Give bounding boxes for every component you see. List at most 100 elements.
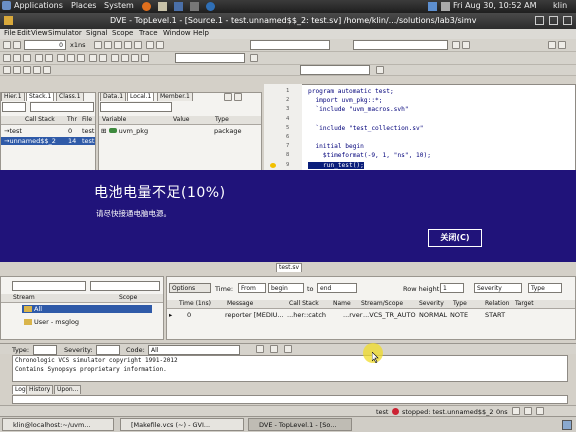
trace-icon[interactable] (156, 41, 164, 49)
help-icon[interactable] (206, 2, 215, 11)
tab-upon[interactable]: Upon... (54, 385, 82, 394)
source-line[interactable]: run_test(); (308, 161, 364, 169)
source-line[interactable]: initial begin (308, 143, 363, 150)
from-value-combo[interactable]: begin (268, 283, 304, 293)
places-menu[interactable]: Places (71, 1, 96, 10)
copy-icon[interactable] (13, 54, 21, 62)
col-type[interactable]: Type (453, 300, 467, 307)
stream-filter-input[interactable] (90, 281, 160, 291)
mail-icon[interactable] (158, 2, 167, 11)
prev-icon[interactable] (256, 345, 264, 353)
col-call-stack[interactable]: Call Stack (25, 116, 55, 123)
col-call-stack[interactable]: Call Stack (289, 300, 319, 307)
marker-icon[interactable] (3, 66, 11, 74)
command-input[interactable] (12, 395, 568, 404)
col-thr[interactable]: Thr (67, 116, 77, 123)
col-variable[interactable]: Variable (102, 116, 126, 123)
find-prev-icon[interactable] (462, 41, 470, 49)
step-icon[interactable] (104, 41, 112, 49)
col-stream[interactable]: Stream (13, 294, 35, 301)
source-line[interactable]: `include "test_collection.sv" (308, 125, 423, 132)
expand-icon[interactable] (43, 66, 51, 74)
task-terminal[interactable]: klin@localhost:~/uvm... (2, 418, 114, 431)
scope-combo[interactable] (175, 53, 245, 63)
workspace-switcher-icon[interactable] (562, 420, 572, 430)
find-next-icon[interactable] (452, 41, 460, 49)
stream-combo[interactable] (12, 281, 86, 291)
undock-icon[interactable] (224, 93, 232, 101)
save-icon[interactable] (13, 41, 21, 49)
stack-search-input[interactable] (30, 102, 94, 112)
zoom-out-icon[interactable] (67, 54, 75, 62)
close-window-icon[interactable] (563, 16, 572, 25)
status-icon-3[interactable] (536, 407, 544, 415)
task-gvim[interactable]: [Makefile.vcs (~) - GVI... (120, 418, 244, 431)
to-value-combo[interactable]: end (317, 283, 357, 293)
schematic-icon[interactable] (111, 54, 119, 62)
severity-combo[interactable] (96, 345, 120, 355)
volume-icon[interactable] (441, 2, 450, 11)
menu-file[interactable]: File (4, 29, 16, 37)
col-severity[interactable]: Severity (419, 300, 444, 307)
user-name[interactable]: klin (553, 1, 567, 10)
redo-icon[interactable] (45, 54, 53, 62)
next-icon[interactable] (270, 345, 278, 353)
load-icon[interactable] (99, 54, 107, 62)
search-combo[interactable] (250, 40, 330, 50)
driver-icon[interactable] (89, 54, 97, 62)
source-line[interactable]: `include "uvm_macros.svh" (308, 106, 408, 113)
table-row[interactable]: ▸ 0 reporter [MEDIU... ...her::catch ...… (167, 311, 575, 320)
gnome-foot-icon[interactable] (2, 1, 11, 10)
zoom-in-icon[interactable] (57, 54, 65, 62)
menu-trace[interactable]: Trace (139, 29, 158, 37)
tab-source-file[interactable]: test.sv (276, 263, 303, 272)
maximize-icon[interactable] (549, 16, 558, 25)
col-value[interactable]: Value (173, 116, 189, 123)
row-height-field[interactable]: 1 (440, 283, 464, 293)
tab-history[interactable]: History (26, 385, 54, 394)
signal-combo[interactable] (300, 65, 370, 75)
source-line[interactable]: program automatic test; (308, 88, 394, 95)
list-icon[interactable] (131, 54, 139, 62)
task-dve[interactable]: DVE - TopLevel.1 - [So... (248, 418, 352, 431)
network-icon[interactable] (428, 2, 437, 11)
run-icon[interactable] (94, 41, 102, 49)
col-target[interactable]: Target (515, 300, 534, 307)
pin-icon[interactable] (234, 93, 242, 101)
tab-class[interactable]: Class.1 (56, 92, 84, 101)
col-type[interactable]: Type (215, 116, 229, 123)
tab-member[interactable]: Member.1 (157, 92, 193, 101)
close-pane-icon[interactable] (558, 41, 566, 49)
menu-help[interactable]: Help (193, 29, 209, 37)
table-row[interactable]: →unnamed$$_2 14 test (1, 137, 95, 145)
col-stream-scope[interactable]: Stream/Scope (361, 300, 403, 307)
table-row[interactable]: ⊞ uvm_pkg package (101, 127, 259, 135)
tab-stack[interactable]: Stack.1 (26, 92, 55, 101)
time-from-combo[interactable]: From (238, 283, 266, 293)
type-combo[interactable] (33, 345, 57, 355)
stop-icon[interactable] (114, 41, 122, 49)
table-row[interactable]: →test 0 test (4, 127, 94, 135)
stack-filter-combo[interactable] (2, 102, 26, 112)
edge-prev-icon[interactable] (23, 66, 31, 74)
menu-edit[interactable]: Edit (17, 29, 31, 37)
menu-view[interactable]: View (31, 29, 48, 37)
menu-simulator[interactable]: Simulator (48, 29, 82, 37)
apply-icon[interactable] (376, 66, 384, 74)
col-scope[interactable]: Scope (119, 294, 137, 301)
expand-icon[interactable]: ▸ (169, 311, 172, 319)
notification-close-button[interactable]: 关闭(C) (428, 229, 482, 247)
clock[interactable]: Fri Aug 30, 10:52 AM (453, 1, 536, 10)
terminal-icon[interactable] (190, 2, 199, 11)
col-message[interactable]: Message (227, 300, 253, 307)
wave-icon[interactable] (121, 54, 129, 62)
restart-icon[interactable] (134, 41, 142, 49)
launcher-icon[interactable] (174, 2, 183, 11)
menu-signal[interactable]: Signal (86, 29, 108, 37)
source-line[interactable]: import uvm_pkg::*; (308, 97, 382, 104)
undo-icon[interactable] (35, 54, 43, 62)
breakpoint-icon[interactable] (146, 41, 154, 49)
edge-next-icon[interactable] (33, 66, 41, 74)
next-icon[interactable] (124, 41, 132, 49)
list-item[interactable]: User - msglog (22, 318, 152, 326)
